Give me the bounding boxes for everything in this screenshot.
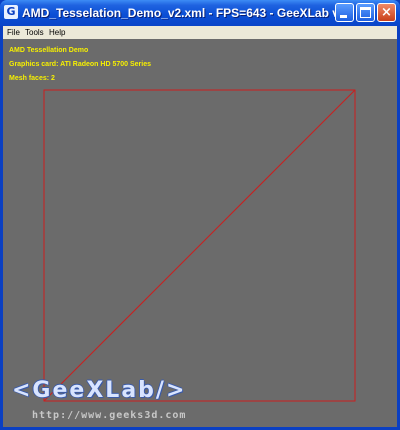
mesh-diagonal-edge xyxy=(43,89,356,402)
demo-title-text: AMD Tessellation Demo xyxy=(9,47,89,54)
geexlab-logo: <GeeXLab/> xyxy=(12,378,187,403)
menu-tools[interactable]: Tools xyxy=(25,26,44,39)
tessellated-mesh xyxy=(43,89,356,402)
minimize-button[interactable] xyxy=(335,3,354,22)
menu-file[interactable]: File xyxy=(7,26,20,39)
menu-bar: File Tools Help xyxy=(3,26,397,39)
graphics-card-text: Graphics card: ATI Radeon HD 5700 Series xyxy=(9,61,151,68)
minimize-icon xyxy=(340,15,347,18)
geexlab-app-icon[interactable]: G xyxy=(4,5,18,19)
close-icon: × xyxy=(381,5,392,20)
menu-help[interactable]: Help xyxy=(49,26,65,39)
title-bar[interactable]: G AMD_Tesselation_Demo_v2.xml - FPS=643 … xyxy=(0,0,400,26)
close-button[interactable]: × xyxy=(377,3,396,22)
maximize-button[interactable] xyxy=(356,3,375,22)
mesh-faces-text: Mesh faces: 2 xyxy=(9,75,55,82)
render-viewport[interactable]: AMD Tessellation Demo Graphics card: ATI… xyxy=(3,39,397,427)
window-title: AMD_Tesselation_Demo_v2.xml - FPS=643 - … xyxy=(22,6,340,20)
maximize-icon xyxy=(360,7,371,18)
app-window: G AMD_Tesselation_Demo_v2.xml - FPS=643 … xyxy=(0,0,400,430)
geexlab-logo-url: http://www.geeks3d.com xyxy=(32,410,187,421)
